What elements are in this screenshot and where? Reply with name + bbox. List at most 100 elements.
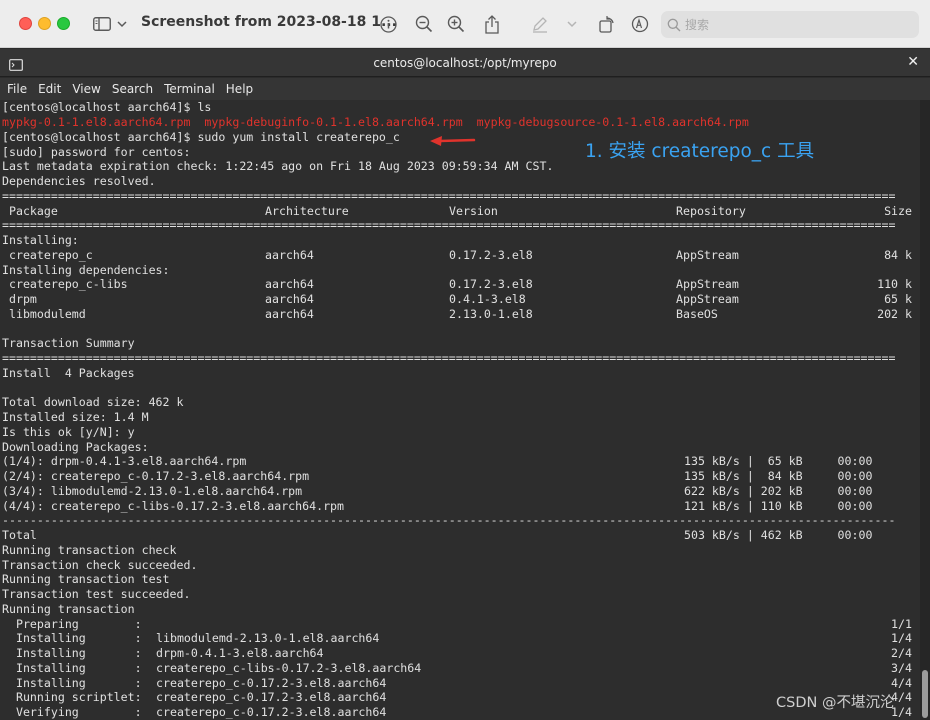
step-row: Installing : createrepo_c-libs-0.17.2-3.… — [2, 661, 920, 676]
download-row: (2/4): createrepo_c-0.17.2-3.el8.aarch64… — [2, 469, 920, 484]
header-version: Version — [449, 204, 498, 218]
download-file: (3/4): libmodulemd-2.13.0-1.el8.aarch64.… — [2, 484, 303, 498]
step-row: Installing : libmodulemd-2.13.0-1.el8.aa… — [2, 631, 920, 646]
terminal-line: [sudo] password for centos: — [2, 145, 191, 159]
download-file: (2/4): createrepo_c-0.17.2-3.el8.aarch64… — [2, 469, 310, 483]
rule-line: ========================================… — [2, 189, 896, 203]
step-action: Installing : — [2, 661, 142, 675]
menu-view[interactable]: View — [69, 82, 103, 96]
terminal-line: Last metadata expiration check: 1:22:45 … — [2, 159, 554, 173]
package-arch: aarch64 — [265, 292, 314, 306]
document-title: Screenshot from 2023-08-18 1... — [141, 14, 397, 30]
terminal-line: Running transaction test — [2, 572, 170, 586]
rotate-icon[interactable] — [597, 12, 617, 36]
terminal-output[interactable]: [centos@localhost aarch64]$ ls mypkg-0.1… — [0, 100, 920, 720]
total-label: Total — [2, 528, 37, 542]
markup-circle-icon[interactable] — [630, 12, 650, 36]
terminal-line: Installing dependencies: — [2, 263, 170, 277]
share-icon[interactable] — [482, 12, 502, 36]
terminal-line: Installed size: 1.4 M — [2, 410, 149, 424]
package-repo: BaseOS — [676, 307, 718, 321]
terminal-title: centos@localhost:/opt/myrepo — [373, 56, 557, 70]
step-count: 2/4 — [891, 646, 912, 660]
table-row: createrepo_c-libs aarch64 0.17.2-3.el8 A… — [2, 277, 920, 292]
table-row: createrepo_c aarch64 0.17.2-3.el8 AppStr… — [2, 248, 920, 263]
download-row: (1/4): drpm-0.4.1-3.el8.aarch64.rpm 135 … — [2, 454, 920, 469]
zoom-window-button[interactable] — [57, 17, 70, 30]
total-stats: 503 kB/s | 462 kB 00:00 — [684, 528, 873, 542]
rule-line: ========================================… — [2, 218, 896, 232]
menu-edit[interactable]: Edit — [35, 82, 64, 96]
step-action: Installing : — [2, 676, 142, 690]
close-window-button[interactable] — [19, 17, 32, 30]
download-row: (3/4): libmodulemd-2.13.0-1.el8.aarch64.… — [2, 484, 920, 499]
ls-output-line: mypkg-0.1-1.el8.aarch64.rpm mypkg-debugi… — [2, 115, 749, 129]
step-row: Installing : createrepo_c-0.17.2-3.el8.a… — [2, 676, 920, 691]
step-target: createrepo_c-0.17.2-3.el8.aarch64 — [156, 690, 387, 704]
step-action: Installing : — [2, 646, 142, 660]
package-name: createrepo_c-libs — [2, 277, 128, 291]
step-action: Preparing : — [2, 617, 142, 631]
step-count: 3/4 — [891, 661, 912, 675]
step-action: Installing : — [2, 631, 142, 645]
step-count: 1/4 — [891, 631, 912, 645]
download-stats: 121 kB/s | 110 kB 00:00 — [684, 499, 873, 513]
step-target: libmodulemd-2.13.0-1.el8.aarch64 — [156, 631, 380, 645]
download-stats: 135 kB/s | 84 kB 00:00 — [684, 469, 873, 483]
package-repo: AppStream — [676, 292, 739, 306]
package-name: createrepo_c — [2, 248, 93, 262]
package-version: 0.17.2-3.el8 — [449, 248, 533, 262]
download-file: (1/4): drpm-0.4.1-3.el8.aarch64.rpm — [2, 454, 247, 468]
markup-pen-icon[interactable] — [530, 12, 550, 36]
terminal-scrollbar[interactable] — [920, 100, 930, 720]
annotation-label: 1. 安装 createrepo_c 工具 — [585, 141, 815, 162]
search-input[interactable] — [685, 17, 905, 32]
scrollbar-thumb[interactable] — [922, 670, 928, 718]
step-target: drpm-0.4.1-3.el8.aarch64 — [156, 646, 324, 660]
table-row: libmodulemd aarch64 2.13.0-1.el8 BaseOS … — [2, 307, 920, 322]
terminal-line: Dependencies resolved. — [2, 174, 156, 188]
menu-file[interactable]: File — [4, 82, 30, 96]
terminal-line: [centos@localhost aarch64]$ sudo yum ins… — [2, 130, 400, 144]
header-repository: Repository — [676, 204, 746, 218]
step-count: 1/1 — [891, 617, 912, 631]
terminal-line: Total download size: 462 k — [2, 395, 184, 409]
package-size: 202 k — [877, 307, 912, 321]
header-size: Size — [884, 204, 912, 218]
chevron-down-icon[interactable] — [116, 12, 128, 36]
terminal-line: Downloading Packages: — [2, 440, 149, 454]
package-name: libmodulemd — [2, 307, 86, 321]
step-target: createrepo_c-0.17.2-3.el8.aarch64 — [156, 705, 387, 719]
terminal-line: Install 4 Packages — [2, 366, 135, 380]
download-stats: 622 kB/s | 202 kB 00:00 — [684, 484, 873, 498]
terminal-line: Is this ok [y/N]: y — [2, 425, 135, 439]
minimize-window-button[interactable] — [38, 17, 51, 30]
menu-help[interactable]: Help — [223, 82, 256, 96]
step-target: createrepo_c-libs-0.17.2-3.el8.aarch64 — [156, 661, 422, 675]
rule-line: ----------------------------------------… — [2, 513, 896, 527]
close-icon[interactable]: ✕ — [907, 54, 919, 70]
chevron-down-icon[interactable] — [566, 12, 578, 36]
package-size: 65 k — [884, 292, 912, 306]
package-repo: AppStream — [676, 277, 739, 291]
rule-line: ========================================… — [2, 351, 896, 365]
step-row: Preparing : 1/1 — [2, 617, 920, 632]
package-repo: AppStream — [676, 248, 739, 262]
menu-terminal[interactable]: Terminal — [161, 82, 218, 96]
terminal-line: Running transaction check — [2, 543, 177, 557]
menu-search[interactable]: Search — [109, 82, 156, 96]
search-field[interactable] — [661, 11, 919, 38]
package-arch: aarch64 — [265, 248, 314, 262]
preview-toolbar: Screenshot from 2023-08-18 1... — [0, 0, 930, 48]
step-action: Verifying : — [2, 705, 142, 719]
zoom-in-icon[interactable] — [446, 12, 466, 36]
zoom-out-icon[interactable] — [414, 12, 434, 36]
table-header-row: Package Architecture Version Repository … — [2, 204, 920, 219]
download-stats: 135 kB/s | 65 kB 00:00 — [684, 454, 873, 468]
package-size: 84 k — [884, 248, 912, 262]
terminal-line: [centos@localhost aarch64]$ ls — [2, 100, 212, 114]
info-icon[interactable] — [378, 12, 398, 36]
header-package: Package — [2, 204, 58, 218]
terminal-line: Running transaction — [2, 602, 135, 616]
sidebar-icon[interactable] — [92, 12, 112, 36]
